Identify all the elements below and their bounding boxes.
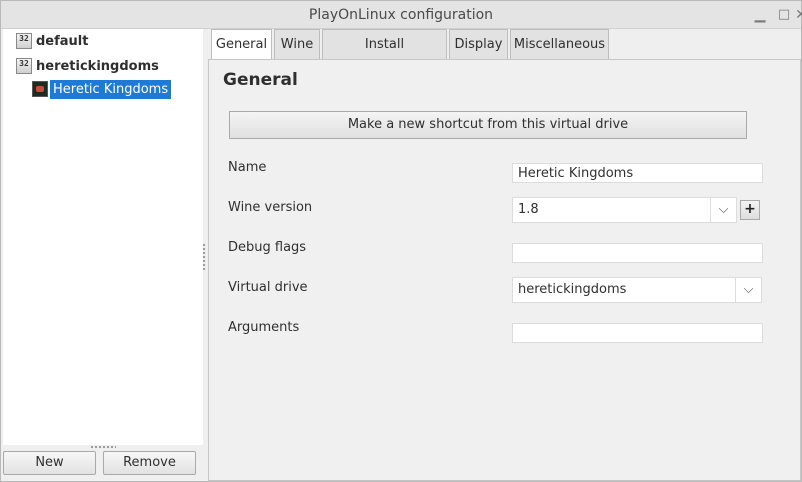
tree-item-label: default — [36, 33, 89, 49]
tree-item-label: Heretic Kingdoms — [50, 79, 172, 99]
new-button[interactable]: New — [3, 451, 96, 475]
vertical-splitter-handle[interactable] — [202, 243, 206, 271]
tab-install-components[interactable]: Install components — [322, 29, 447, 82]
horizontal-splitter-handle[interactable] — [90, 445, 116, 449]
name-label: Name — [228, 160, 267, 175]
tab-display[interactable]: Display — [449, 29, 508, 59]
wine-version-value: 1.8 — [518, 202, 539, 217]
make-shortcut-button[interactable]: Make a new shortcut from this virtual dr… — [229, 111, 747, 139]
minimize-icon[interactable]: ▁ — [750, 5, 770, 25]
window-title: PlayOnLinux configuration — [308, 7, 494, 23]
debug-flags-label: Debug flags — [228, 240, 307, 255]
tab-general[interactable]: General — [211, 29, 272, 60]
wine-version-label: Wine version — [228, 200, 313, 215]
tab-wine[interactable]: Wine — [274, 29, 320, 59]
tree-item-heretickingdoms[interactable]: 32 heretickingdoms — [16, 56, 159, 76]
prefix-32bit-icon: 32 — [16, 33, 32, 49]
config-window: PlayOnLinux configuration ▁ □ ✕ 32 defau… — [0, 0, 802, 482]
virtual-drive-label: Virtual drive — [228, 280, 308, 295]
name-field[interactable]: Heretic Kingdoms — [512, 163, 763, 183]
panel-title: General — [223, 70, 298, 90]
tree-item-heretic-kingdoms[interactable]: Heretic Kingdoms — [32, 79, 172, 99]
close-icon[interactable]: ✕ — [791, 5, 802, 25]
wine-version-select[interactable]: 1.8 ⌵ — [512, 197, 737, 223]
tree-item-default[interactable]: 32 default — [16, 31, 88, 51]
debug-flags-field[interactable] — [512, 243, 763, 263]
general-panel: General Make a new shortcut from this vi… — [208, 59, 801, 481]
tree-item-label: heretickingdoms — [36, 58, 159, 74]
chevron-down-icon[interactable]: ⌵ — [710, 198, 736, 222]
title-bar: PlayOnLinux configuration ▁ □ ✕ — [1, 1, 802, 29]
virtual-drive-select[interactable]: heretickingdoms ⌵ — [512, 277, 762, 303]
remove-button[interactable]: Remove — [103, 451, 196, 475]
add-wine-version-button[interactable]: + — [740, 200, 760, 220]
prefix-tree[interactable]: 32 default 32 heretickingdoms Heretic Ki… — [3, 29, 203, 445]
arguments-field[interactable] — [512, 323, 763, 343]
arguments-label: Arguments — [228, 320, 300, 335]
prefix-32bit-icon: 32 — [16, 58, 32, 74]
tab-miscellaneous[interactable]: Miscellaneous — [510, 29, 609, 59]
game-icon — [32, 81, 48, 97]
chevron-down-icon[interactable]: ⌵ — [735, 278, 761, 302]
virtual-drive-value: heretickingdoms — [518, 282, 627, 297]
